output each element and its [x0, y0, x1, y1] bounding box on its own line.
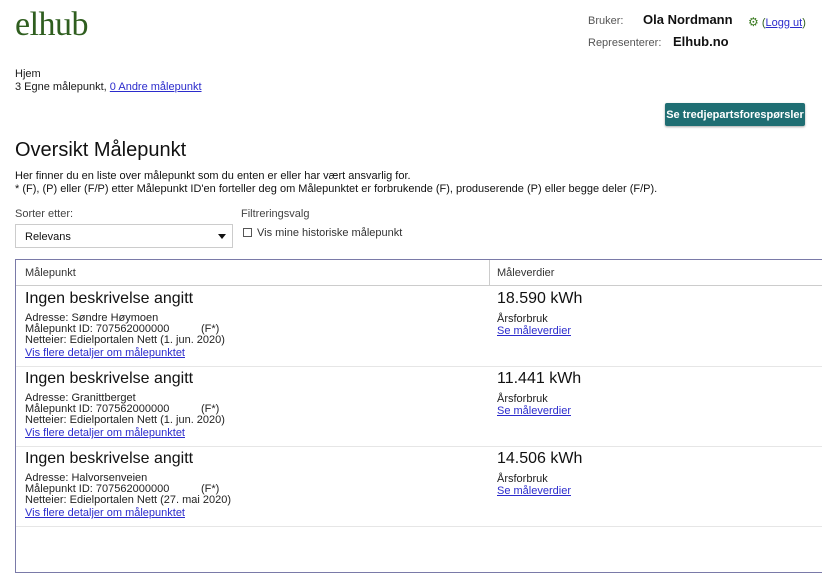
- logout-link[interactable]: Logg ut: [766, 17, 803, 29]
- malepunkt-owner: Netteier: Edielportalen Nett (1. jun. 20…: [25, 334, 225, 346]
- details-link[interactable]: Vis flere detaljer om målepunktet: [25, 507, 185, 519]
- filter-label: Filtreringsvalg: [241, 208, 310, 220]
- history-checkbox[interactable]: [243, 228, 252, 237]
- breadcrumb-home[interactable]: Hjem: [15, 68, 202, 81]
- details-link[interactable]: Vis flere detaljer om målepunktet: [25, 347, 185, 359]
- header-maleverdier: Måleverdier: [497, 267, 555, 279]
- malepunkt-title: Ingen beskrivelse angitt: [25, 450, 194, 467]
- sort-label: Sorter etter:: [15, 208, 74, 220]
- malepunkt-table: Målepunkt Måleverdier Ingen beskrivelse …: [15, 259, 822, 573]
- elhub-logo: elhub: [15, 6, 89, 43]
- third-party-requests-button[interactable]: Se tredjepartsforespørsler: [665, 103, 805, 126]
- represent-label: Representerer:: [588, 37, 662, 49]
- user-label: Bruker:: [588, 15, 624, 27]
- page-description: Her finner du en liste over målepunkt so…: [15, 170, 657, 196]
- sort-value: Relevans: [25, 231, 71, 243]
- value-type: Årsforbruk: [497, 393, 548, 405]
- header-malepunkt: Målepunkt: [25, 267, 76, 279]
- history-checkbox-label: Vis mine historiske målepunkt: [257, 227, 403, 239]
- other-malepunkt-link[interactable]: 0 Andre målepunkt: [110, 81, 202, 93]
- value-type: Årsforbruk: [497, 313, 548, 325]
- table-row: Ingen beskrivelse angitt Adresse: Granit…: [16, 366, 822, 447]
- table-row: Ingen beskrivelse angitt Adresse: Halvor…: [16, 446, 822, 527]
- see-values-link[interactable]: Se måleverdier: [497, 325, 571, 337]
- annual-consumption-value: 18.590 kWh: [497, 290, 583, 307]
- annual-consumption-value: 11.441 kWh: [497, 370, 582, 387]
- header-divider: [489, 260, 490, 285]
- table-row: Ingen beskrivelse angitt Adresse: Søndre…: [16, 286, 822, 367]
- value-type: Årsforbruk: [497, 473, 548, 485]
- details-link[interactable]: Vis flere detaljer om målepunktet: [25, 427, 185, 439]
- see-values-link[interactable]: Se måleverdier: [497, 485, 571, 497]
- malepunkt-owner: Netteier: Edielportalen Nett (1. jun. 20…: [25, 414, 225, 426]
- sort-select[interactable]: Relevans: [15, 224, 233, 248]
- see-values-link[interactable]: Se måleverdier: [497, 405, 571, 417]
- table-header: Målepunkt Måleverdier: [16, 260, 822, 286]
- malepunkt-owner: Netteier: Edielportalen Nett (27. mai 20…: [25, 494, 232, 506]
- breadcrumb: Hjem 3 Egne målepunkt, 0 Andre målepunkt: [15, 68, 202, 94]
- user-name: Ola Nordmann: [643, 12, 733, 27]
- represent-value: Elhub.no: [673, 34, 729, 49]
- breadcrumb-counts: 3 Egne målepunkt, 0 Andre målepunkt: [15, 81, 202, 94]
- history-filter[interactable]: Vis mine historiske målepunkt: [243, 227, 402, 239]
- annual-consumption-value: 14.506 kWh: [497, 450, 583, 467]
- gear-icon[interactable]: ⚙: [748, 15, 759, 29]
- caret-down-icon: [218, 234, 226, 239]
- page-title: Oversikt Målepunkt: [15, 139, 187, 161]
- malepunkt-title: Ingen beskrivelse angitt: [25, 370, 194, 387]
- logout-area: ⚙ (Logg ut): [748, 15, 806, 29]
- description-line-1: Her finner du en liste over målepunkt so…: [15, 170, 411, 182]
- description-line-2: * (F), (P) eller (F/P) etter Målepunkt I…: [15, 183, 658, 195]
- malepunkt-title: Ingen beskrivelse angitt: [25, 290, 194, 307]
- own-count: 3 Egne målepunkt,: [15, 81, 107, 93]
